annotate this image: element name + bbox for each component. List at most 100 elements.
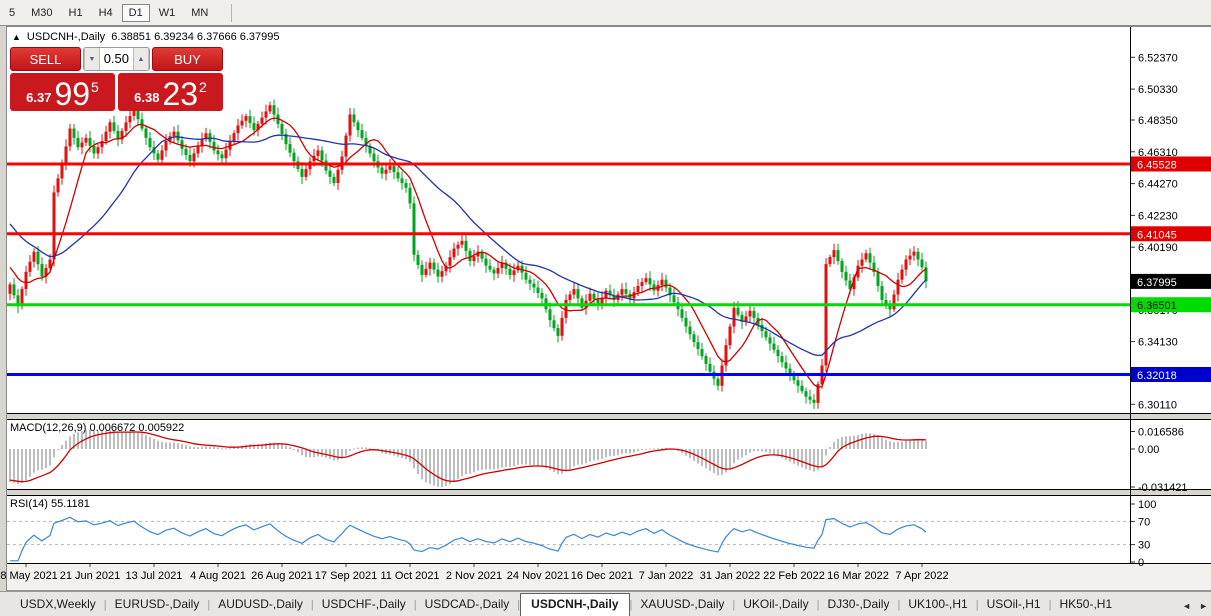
chart-tab-hk50[interactable]: HK50-,H1 (1051, 594, 1120, 616)
macd-histogram-bar (617, 449, 619, 455)
macd-histogram-bar (925, 441, 927, 449)
volume-input[interactable]: 0.50 (100, 48, 133, 70)
sell-button[interactable]: SELL (10, 47, 81, 71)
volume-decrease-button[interactable]: ▼ (84, 48, 100, 70)
macd-histogram-bar (881, 438, 883, 450)
candle-body (473, 256, 476, 261)
macd-histogram-bar (581, 449, 583, 464)
macd-histogram-bar (521, 449, 523, 464)
macd-histogram-bar (505, 449, 507, 467)
candle-body (717, 379, 720, 386)
candle-body (433, 263, 436, 270)
chart-tab-usdchf[interactable]: USDCHF-,Daily (314, 594, 414, 616)
candle-body (25, 272, 28, 289)
candle-body (57, 178, 60, 192)
sell-price-display[interactable]: 6.37 99 5 (10, 73, 115, 111)
chart-tab-xauusd[interactable]: XAUUSD-,Daily (632, 594, 732, 616)
tab-scroll-arrows: ◄ ► (1182, 601, 1208, 611)
chart-tab-uk100[interactable]: UK100-,H1 (900, 594, 975, 616)
macd-histogram-bar (129, 432, 131, 449)
macd-histogram-bar (533, 449, 535, 465)
candle-body (389, 166, 392, 170)
candle-body (93, 146, 96, 154)
macd-histogram-bar (349, 449, 351, 451)
volume-control: ▼ 0.50 ▲ (83, 47, 150, 71)
chart-tab-audusd[interactable]: AUDUSD-,Daily (210, 594, 311, 616)
candle-body (417, 255, 420, 265)
macd-histogram-bar (625, 449, 627, 453)
macd-histogram-bar (453, 449, 455, 482)
macd-histogram-bar (797, 449, 799, 466)
candle-body (729, 327, 732, 346)
macd-histogram-bar (369, 448, 371, 449)
timeframe-button-mn[interactable]: MN (184, 4, 215, 22)
candle-body (781, 356, 784, 362)
macd-histogram-bar (901, 442, 903, 449)
macd-histogram-bar (301, 449, 303, 455)
macd-histogram-bar (913, 439, 915, 449)
candle-body (157, 154, 160, 160)
tab-scroll-left-button[interactable]: ◄ (1182, 601, 1191, 611)
macd-histogram-bar (633, 449, 635, 453)
price-badge-label: 6.37995 (1137, 277, 1177, 289)
candle-body (149, 138, 152, 147)
macd-histogram-bar (613, 449, 615, 456)
timeframe-button-d1[interactable]: D1 (122, 4, 150, 22)
macd-histogram-bar (125, 432, 127, 449)
chart-tab-usdx[interactable]: USDX,Weekly (12, 594, 104, 616)
timeframe-button-h1[interactable]: H1 (62, 4, 90, 22)
buy-price-display[interactable]: 6.38 23 2 (118, 73, 223, 111)
macd-histogram-bar (41, 449, 43, 470)
candle-body (421, 265, 424, 275)
macd-histogram-bar (189, 446, 191, 449)
candle-body (537, 288, 540, 294)
buy-button[interactable]: BUY (152, 47, 223, 71)
candle-body (281, 124, 284, 134)
candle-body (905, 260, 908, 270)
candle-body (177, 132, 180, 141)
candle-body (429, 263, 432, 269)
macd-histogram-bar (641, 449, 643, 450)
candle-body (797, 380, 800, 386)
chart-tab-usdcad[interactable]: USDCAD-,Daily (417, 594, 518, 616)
timeframe-button-5[interactable]: 5 (2, 4, 22, 22)
rsi-axis-label: 30 (1138, 540, 1150, 552)
candle-body (397, 172, 400, 178)
macd-label: MACD(12,26,9) 0.006672 0.005922 (10, 422, 184, 434)
one-click-collapse-icon[interactable]: ▲ (12, 32, 21, 42)
chart-tab-usoil[interactable]: USOil-,H1 (979, 594, 1049, 616)
candle-body (749, 311, 752, 317)
macd-histogram-bar (609, 449, 611, 456)
buy-price-small: 6.38 (134, 90, 159, 105)
chart-tab-ukoil[interactable]: UKOil-,Daily (735, 594, 816, 616)
candle-body (413, 203, 416, 254)
chart-tab-usdcnh[interactable]: USDCNH-,Daily (520, 593, 629, 616)
macd-histogram-bar (593, 449, 595, 461)
timeframe-button-w1[interactable]: W1 (152, 4, 183, 22)
candle-body (589, 294, 592, 301)
macd-histogram-bar (637, 449, 639, 451)
macd-histogram-bar (49, 449, 51, 466)
tab-scroll-right-button[interactable]: ► (1199, 601, 1208, 611)
candle-body (137, 110, 140, 119)
macd-histogram-bar (173, 443, 175, 449)
candle-body (801, 386, 804, 392)
macd-histogram-bar (733, 449, 735, 463)
candle-body (777, 350, 780, 356)
macd-histogram-bar (473, 449, 475, 472)
chart-tab-dj30[interactable]: DJ30-,Daily (819, 594, 897, 616)
macd-histogram-bar (565, 449, 567, 472)
candle-body (437, 270, 440, 277)
macd-histogram-bar (557, 449, 559, 474)
macd-histogram-bar (9, 449, 11, 482)
macd-histogram-bar (325, 449, 327, 458)
volume-increase-button[interactable]: ▲ (133, 48, 149, 70)
price-axis-label: 6.40190 (1138, 242, 1178, 254)
timeframe-button-m30[interactable]: M30 (24, 4, 59, 22)
macd-histogram-bar (217, 448, 219, 449)
timeframe-button-h4[interactable]: H4 (92, 4, 120, 22)
chart-tab-eurusd[interactable]: EURUSD-,Daily (107, 594, 208, 616)
macd-histogram-bar (709, 449, 711, 471)
macd-histogram-bar (589, 449, 591, 462)
macd-histogram-bar (293, 449, 295, 450)
